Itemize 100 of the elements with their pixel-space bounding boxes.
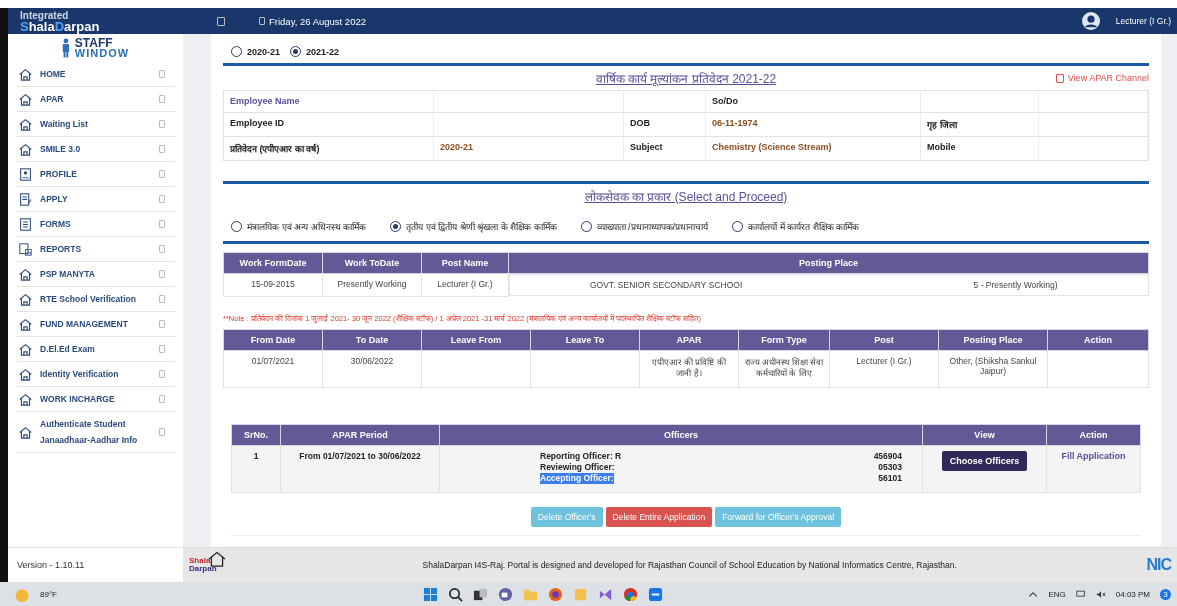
radio-label[interactable]: 2020-21 — [247, 46, 281, 57]
task-view-icon[interactable] — [472, 586, 488, 602]
home-icon — [19, 142, 32, 156]
user-avatar-icon[interactable] — [1081, 12, 1100, 30]
expand-icon — [159, 95, 165, 103]
table-cell: प्रतिवेदन (एपीएआर का वर्ष) — [224, 137, 434, 160]
column-header: APAR — [639, 329, 739, 350]
brand-subtitle: Integrated — [20, 10, 70, 21]
home-icon — [19, 92, 32, 106]
sidebar-item[interactable]: Waiting List — [17, 112, 175, 137]
sidebar-item[interactable]: FORMS — [17, 212, 175, 237]
table-cell: 2020-21 — [434, 137, 624, 160]
id-card-icon — [19, 167, 32, 181]
sidebar-item[interactable]: REPORTS — [17, 237, 175, 262]
sidebar-item[interactable]: PROFILE — [17, 162, 175, 187]
column-header: Officers — [439, 424, 923, 445]
weather-temperature: 89°F — [40, 589, 57, 599]
table-cell: GOVT. SENIOR SECONDARY SCHOOI — [590, 280, 743, 290]
expand-icon — [159, 170, 165, 178]
clock-time[interactable]: 04:03 PM — [1115, 589, 1150, 599]
officer-role: Accepting Officer: — [540, 472, 614, 484]
menu-toggle-icon[interactable] — [217, 16, 225, 26]
staff-logo-title: STAFF — [74, 38, 113, 48]
chevron-up-icon[interactable] — [1028, 589, 1039, 599]
column-header: Posting Place — [508, 252, 1149, 274]
table-cell: Lecturer (I Gr.) — [421, 273, 509, 296]
notification-badge[interactable]: 3 — [1160, 588, 1171, 600]
sidebar-item[interactable]: D.El.Ed Exam — [17, 337, 175, 362]
form-icon — [19, 217, 32, 231]
section-title: लोकसेवक का प्रकार (Select and Proceed) — [584, 188, 788, 205]
brand-logo: ShalaDarpan — [20, 21, 101, 32]
choose-officers-button[interactable]: Choose Officers — [941, 450, 1028, 471]
table-cell: Employee Name — [224, 91, 434, 112]
language-indicator[interactable]: ENG — [1048, 589, 1066, 599]
sidebar-item[interactable]: Identity Verification — [17, 362, 175, 387]
table-cell: Lecturer (I Gr.) — [856, 355, 912, 366]
expand-icon — [159, 195, 165, 203]
column-header: Post — [829, 329, 939, 350]
table-cell: 06-11-1974 — [706, 113, 921, 136]
sidebar-item[interactable]: Authenticate Student Janaadhaar-Aadhar Info — [17, 412, 175, 453]
expand-icon — [159, 428, 165, 436]
table-cell: Mobile — [921, 137, 1039, 160]
sidebar-item[interactable]: APAR — [17, 87, 175, 112]
search-icon[interactable] — [447, 586, 463, 602]
remote-desktop-icon[interactable] — [647, 586, 663, 602]
column-header: To Date — [322, 329, 422, 350]
home-icon — [19, 392, 32, 406]
chrome-icon[interactable] — [622, 586, 638, 602]
video-chat-icon[interactable] — [497, 586, 513, 602]
sidebar-item[interactable]: HOME — [17, 62, 175, 87]
table-cell: 1 — [253, 450, 259, 461]
radio-label[interactable]: व्याख्याता /प्रधानाध्यापक/प्रधानाचार्य — [596, 220, 709, 233]
table-cell: DOB — [624, 113, 706, 136]
sidebar-item[interactable]: FUND MANAGEMENT — [17, 312, 175, 337]
expand-icon — [159, 370, 165, 378]
column-header: From Date — [223, 329, 323, 350]
radio-label[interactable]: 2021-22 — [306, 46, 340, 57]
home-icon — [19, 342, 32, 356]
column-header: SrNo. — [231, 424, 281, 445]
home-icon — [19, 267, 32, 281]
document-pen-icon — [19, 192, 32, 206]
code-editor-icon[interactable] — [597, 586, 613, 602]
expand-icon — [159, 270, 165, 278]
officer-role: Reporting Officer: R — [540, 450, 622, 462]
speaker-muted-icon[interactable] — [1095, 589, 1106, 599]
expand-icon — [159, 295, 165, 303]
sidebar-item[interactable]: PSP MANYTA — [17, 262, 175, 287]
start-icon[interactable] — [422, 586, 438, 602]
radio-label[interactable]: तृतीय एवं द्वितीय श्रेणी श्रृंखला के शैक्षिक कार्मिक — [406, 220, 557, 233]
officer-code: 56101 — [878, 472, 902, 484]
fill-application-link[interactable]: Fill Application — [1061, 450, 1126, 461]
sidebar-item[interactable]: SMILE 3.0 — [17, 137, 175, 162]
officer-code: 05303 — [878, 461, 902, 473]
report-chart-icon — [19, 242, 32, 256]
view-apar-link[interactable]: View APAR Channel — [1055, 73, 1149, 83]
sidebar-item[interactable]: RTE School Verification — [17, 287, 175, 312]
action-button[interactable]: Delete Entire Application — [605, 506, 713, 527]
home-icon — [19, 117, 32, 131]
report-title: वार्षिक कार्य मूल्यांकन प्रतिवेदन 2021-22 — [595, 70, 777, 87]
table-cell: Employee ID — [224, 113, 434, 136]
officer-code: 456904 — [873, 450, 902, 462]
radio-label[interactable]: कार्यालयों में कार्यरत शैक्षिक कार्मिक — [748, 220, 860, 233]
column-header: Posting Place — [938, 329, 1048, 350]
sidebar-item[interactable]: WORK INCHARGE — [17, 387, 175, 412]
network-icon[interactable] — [1075, 589, 1086, 599]
radio-label[interactable]: मंत्रालयिक एवं अन्य अधिनस्थ कार्मिक — [247, 220, 366, 233]
table-cell: 01/07/2021 — [251, 355, 295, 366]
table-cell: So/Do — [706, 91, 921, 112]
version-text: Version - 1.10.11 — [17, 560, 85, 570]
table-cell: 30/06/2022 — [350, 355, 394, 366]
expand-icon — [159, 220, 165, 228]
sidebar-item[interactable]: APPLY — [17, 187, 175, 212]
browser-icon[interactable] — [547, 586, 563, 602]
nic-logo: NIC — [1146, 556, 1171, 574]
column-header: APAR Period — [280, 424, 440, 445]
table-cell: गृह जिला — [921, 113, 1039, 136]
home-icon — [19, 367, 32, 381]
table-cell: 5 - Presently Working) — [973, 280, 1058, 290]
home-icon — [19, 317, 32, 331]
column-header: View — [922, 424, 1047, 445]
